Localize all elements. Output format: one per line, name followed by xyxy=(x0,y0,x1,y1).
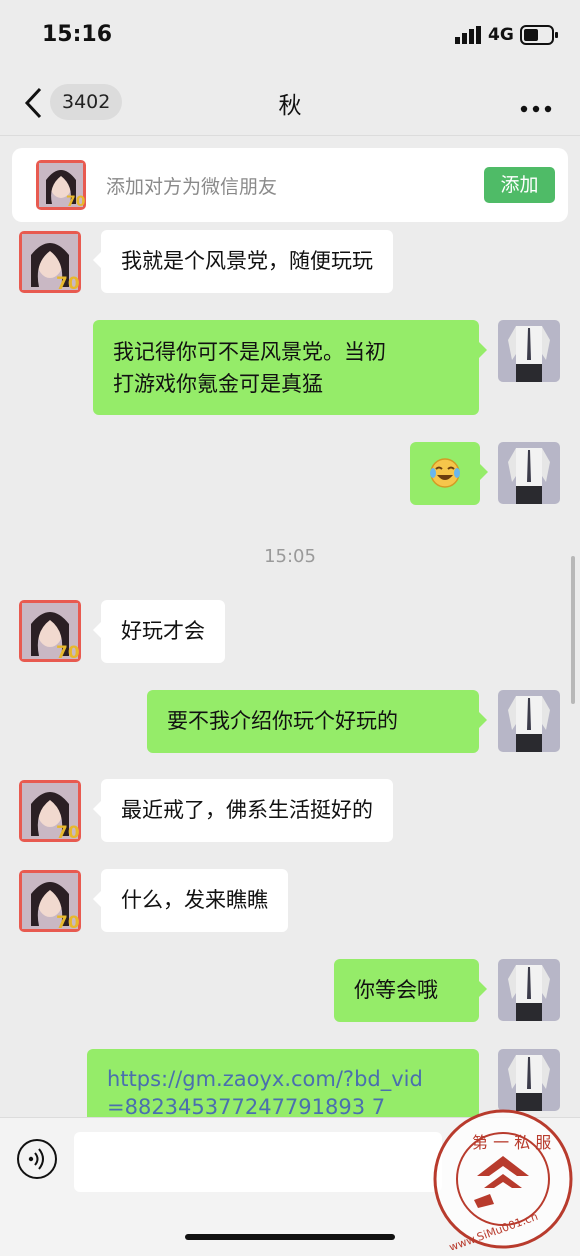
message-input[interactable] xyxy=(74,1132,442,1192)
message-bubble-outgoing[interactable]: 我记得你可不是风景党。当初 打游戏你氪金可是真猛 xyxy=(93,320,487,415)
add-friend-prompt: 添加对方为微信朋友 xyxy=(106,176,278,198)
my-avatar[interactable] xyxy=(498,1049,560,1111)
link-text-line[interactable]: https://gm.zaoyx.com/?bd_vid xyxy=(107,1065,459,1093)
watermark-top-text: 第 一 私 服 xyxy=(472,1133,551,1152)
message-bubble-outgoing-link[interactable]: https://gm.zaoyx.com/?bd_vid =8823453772… xyxy=(87,1049,479,1117)
voice-input-button[interactable] xyxy=(16,1138,58,1184)
my-avatar[interactable] xyxy=(498,959,560,1021)
message-text: 我就是个风景党，随便玩玩 xyxy=(121,249,373,273)
contact-avatar[interactable]: 70 xyxy=(19,780,81,842)
message-bubble-incoming[interactable]: 好玩才会 xyxy=(93,600,225,663)
my-avatar[interactable] xyxy=(498,442,560,504)
svg-text:70: 70 xyxy=(56,643,80,662)
add-friend-banner: 70 添加对方为微信朋友 添加 xyxy=(12,148,568,222)
svg-text:70: 70 xyxy=(56,823,80,842)
link-text-line[interactable]: =882345377247791893 7 xyxy=(107,1093,459,1117)
message-bubble-incoming[interactable]: 什么，发来瞧瞧 xyxy=(93,869,288,932)
contact-avatar[interactable]: 70 xyxy=(19,870,81,932)
message-bubble-incoming[interactable]: 我就是个风景党，随便玩玩 xyxy=(93,230,393,293)
message-text: 好玩才会 xyxy=(121,619,205,643)
add-friend-button[interactable]: 添加 xyxy=(484,167,555,203)
my-avatar[interactable] xyxy=(498,690,560,752)
contact-avatar[interactable]: 70 xyxy=(19,231,81,293)
battery-icon xyxy=(520,25,560,49)
network-type: 4G xyxy=(488,25,514,45)
watermark-seal: 第 一 私 服 www.SiMu001.cn xyxy=(432,1108,574,1254)
message-text: 你等会哦 xyxy=(354,978,438,1002)
message-bubble-outgoing[interactable] xyxy=(410,442,488,505)
more-options-icon[interactable] xyxy=(520,98,552,117)
cellular-signal-icon xyxy=(455,26,483,48)
message-text: 什么，发来瞧瞧 xyxy=(121,888,268,912)
laughing-crying-emoji-icon xyxy=(429,457,461,498)
contact-avatar[interactable]: 70 xyxy=(36,160,86,210)
chat-header: 3402 秋 xyxy=(0,70,580,136)
message-text-line: 我记得你可不是风景党。当初 xyxy=(113,340,386,364)
my-avatar[interactable] xyxy=(498,320,560,382)
message-bubble-incoming[interactable]: 最近戒了，佛系生活挺好的 xyxy=(93,779,393,842)
svg-text:70: 70 xyxy=(56,913,80,932)
status-bar: 15:16 4G xyxy=(0,0,580,70)
svg-text:70: 70 xyxy=(66,194,86,210)
chat-title: 秋 xyxy=(278,93,302,119)
message-timestamp: 15:05 xyxy=(264,546,316,567)
svg-text:70: 70 xyxy=(56,274,80,293)
message-text: 要不我介绍你玩个好玩的 xyxy=(167,709,398,733)
message-bubble-outgoing[interactable]: 你等会哦 xyxy=(334,959,487,1022)
message-bubble-outgoing[interactable]: 要不我介绍你玩个好玩的 xyxy=(147,690,487,753)
home-indicator xyxy=(185,1234,395,1240)
message-text-line: 打游戏你氪金可是真猛 xyxy=(113,372,323,396)
scrollbar[interactable] xyxy=(571,556,575,704)
message-text: 最近戒了，佛系生活挺好的 xyxy=(121,798,373,822)
status-time: 15:16 xyxy=(42,22,113,47)
contact-avatar[interactable]: 70 xyxy=(19,600,81,662)
